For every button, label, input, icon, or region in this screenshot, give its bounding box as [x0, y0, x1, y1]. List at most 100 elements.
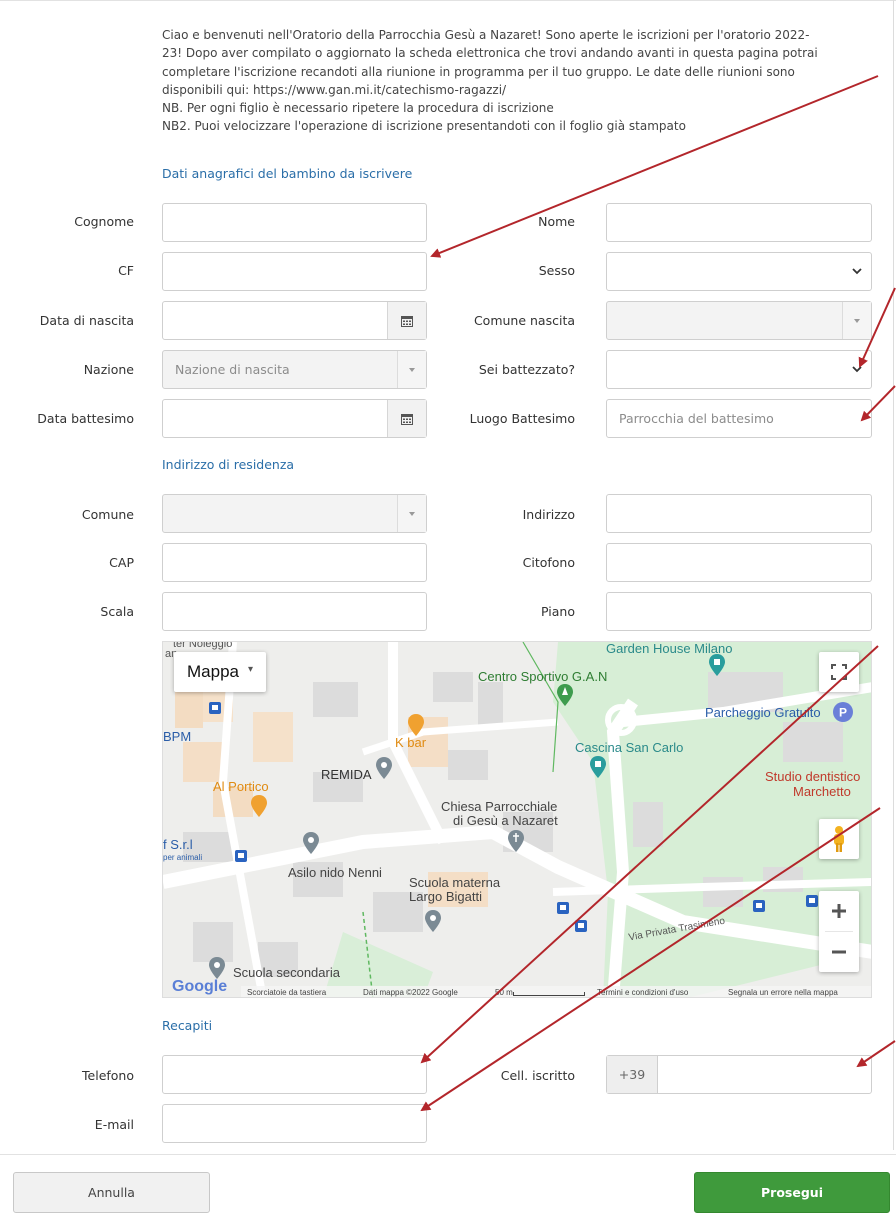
intro-line: NB. Per ogni figlio è necessario ripeter…	[162, 101, 554, 116]
luogo-battesimo-placeholder: Parrocchia del battesimo	[619, 411, 774, 426]
label-cell: Cell. iscritto	[500, 1068, 575, 1083]
map-label-noleggio: ter Noleggio	[173, 641, 233, 650]
label-comune-nascita: Comune nascita	[473, 313, 575, 328]
terms-link[interactable]: Termini e condizioni d'uso	[597, 988, 688, 997]
luogo-battesimo-input[interactable]: Parrocchia del battesimo	[606, 399, 872, 438]
cognome-input[interactable]	[162, 203, 427, 242]
label-indirizzo: Indirizzo	[522, 507, 575, 522]
zoom-out-button[interactable]	[819, 932, 859, 972]
label-cognome: Cognome	[74, 214, 134, 229]
plus-icon	[832, 904, 846, 918]
restaurant-pin-icon[interactable]	[251, 795, 267, 817]
map-label-asilo: Asilo nido Nenni	[288, 865, 382, 880]
calendar-icon[interactable]	[387, 302, 426, 339]
section-title-child: Dati anagrafici del bambino da iscrivere	[162, 166, 413, 181]
indirizzo-input[interactable]	[606, 494, 872, 533]
intro-line: 23! Dopo aver compilato o aggiornato la …	[162, 46, 818, 61]
intro-line: Ciao e benvenuti nell'Oratorio della Par…	[162, 28, 810, 42]
caret-down-icon	[397, 351, 426, 388]
telefono-input[interactable]	[162, 1055, 427, 1094]
map-label-scuola-secondaria: Scuola secondaria	[233, 965, 340, 980]
label-nazione: Nazione	[83, 362, 134, 377]
cell-input[interactable]: +39	[606, 1055, 872, 1094]
calendar-icon[interactable]	[387, 400, 426, 437]
email-input[interactable]	[162, 1104, 427, 1143]
parking-icon[interactable]: P	[833, 702, 853, 722]
report-error-link[interactable]: Segnala un errore nella mappa	[728, 988, 838, 997]
label-piano: Piano	[541, 604, 575, 619]
garden-pin-icon[interactable]	[709, 654, 725, 676]
bus-stop-icon[interactable]	[557, 902, 569, 914]
label-cap: CAP	[109, 555, 134, 570]
map-label-bpm: BPM	[163, 729, 192, 744]
street-view-button[interactable]	[819, 819, 859, 859]
label-scala: Scala	[100, 604, 134, 619]
label-data-battesimo: Data battesimo	[37, 411, 134, 426]
scale-text: 50 m	[495, 988, 513, 997]
citofono-input[interactable]	[606, 543, 872, 582]
church-pin-icon[interactable]	[508, 830, 524, 852]
bus-stop-icon[interactable]	[209, 702, 221, 714]
map-widget[interactable]: ter Noleggio an BPM K bar REMIDA Al Port…	[162, 641, 872, 998]
map-label-remida: REMIDA	[321, 767, 372, 782]
data-nascita-input[interactable]	[162, 301, 427, 340]
top-divider	[0, 0, 896, 1]
bus-stop-icon[interactable]	[235, 850, 247, 862]
label-comune: Comune	[81, 507, 134, 522]
cancel-button[interactable]: Annulla	[13, 1172, 210, 1213]
label-telefono: Telefono	[82, 1068, 134, 1083]
zoom-controls	[819, 891, 859, 972]
battezzato-select[interactable]	[606, 350, 872, 389]
cascina-pin-icon[interactable]	[590, 756, 606, 778]
map-data-text: Dati mappa ©2022 Google	[363, 988, 458, 997]
map-label-scuola-materna-1: Scuola materna	[409, 875, 501, 890]
map-label-portico: Al Portico	[213, 779, 269, 794]
comune-nascita-select[interactable]	[606, 301, 872, 340]
google-logo: Google	[172, 978, 228, 995]
map-type-button[interactable]: Mappa ▾	[174, 652, 266, 692]
keyboard-shortcuts-link[interactable]: Scorciatoie da tastiera	[247, 988, 326, 997]
school-pin-icon[interactable]	[425, 910, 441, 932]
pegman-icon	[834, 826, 844, 852]
caret-down-icon: ▾	[248, 664, 254, 675]
map-label-chiesa-1: Chiesa Parrocchiale	[441, 799, 558, 814]
scale-bar	[513, 992, 585, 996]
bus-stop-icon[interactable]	[575, 920, 587, 932]
nazione-select[interactable]: Nazione di nascita	[162, 350, 427, 389]
zoom-in-button[interactable]	[819, 891, 859, 931]
data-battesimo-input[interactable]	[162, 399, 427, 438]
intro-line: disponibili qui: https://www.gan.mi.it/c…	[162, 82, 507, 97]
intro-line: NB2. Puoi velocizzare l'operazione di is…	[162, 119, 686, 134]
map-label-parcheggio: Parcheggio Gratuito	[705, 705, 821, 720]
map-label-srl: f S.r.l	[163, 837, 193, 852]
label-nome: Nome	[538, 214, 575, 229]
caret-down-icon	[397, 495, 426, 532]
bus-stop-icon[interactable]	[806, 895, 818, 907]
park-pin-icon[interactable]	[557, 684, 573, 706]
map-label-scuola-materna-2: Largo Bigatti	[409, 889, 482, 904]
bar-pin-icon[interactable]	[408, 714, 424, 736]
school2-pin-icon[interactable]	[209, 957, 225, 979]
asilo-pin-icon[interactable]	[303, 832, 319, 854]
place-pin-icon[interactable]	[376, 757, 392, 779]
map-type-label: Mappa	[187, 662, 239, 681]
nome-input[interactable]	[606, 203, 872, 242]
chevron-down-icon	[843, 351, 871, 388]
cf-input[interactable]	[162, 252, 427, 291]
chevron-down-icon	[843, 253, 871, 290]
label-battezzato: Sei battezzato?	[478, 362, 575, 377]
fullscreen-icon	[831, 664, 847, 680]
next-button[interactable]: Prosegui	[694, 1172, 890, 1213]
section-title-contacts: Recapiti	[162, 1018, 213, 1033]
bus-stop-icon[interactable]	[753, 900, 765, 912]
label-citofono: Citofono	[522, 555, 575, 570]
comune-select[interactable]	[162, 494, 427, 533]
cap-input[interactable]	[162, 543, 427, 582]
map-label-studio-2: Marchetto	[793, 784, 851, 799]
fullscreen-button[interactable]	[819, 652, 859, 692]
right-divider	[893, 0, 894, 1150]
svg-text:P: P	[839, 706, 847, 720]
piano-input[interactable]	[606, 592, 872, 631]
scala-input[interactable]	[162, 592, 427, 631]
sesso-select[interactable]	[606, 252, 872, 291]
